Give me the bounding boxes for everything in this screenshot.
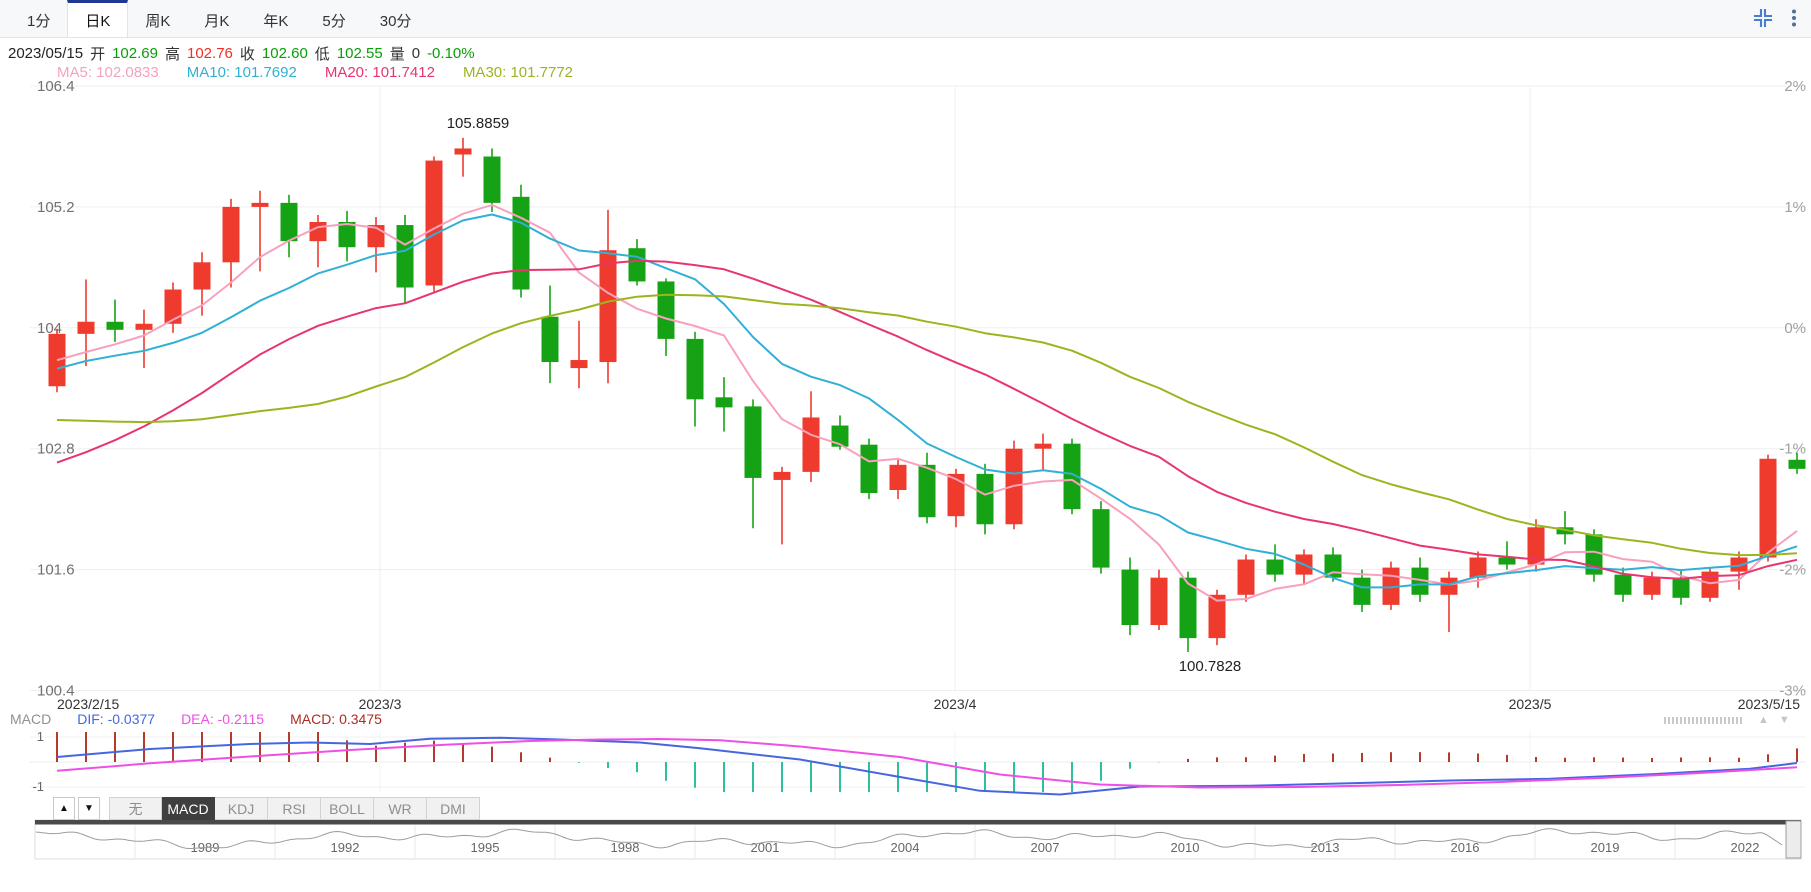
svg-text:100.7828: 100.7828 <box>1179 658 1242 675</box>
trading-chart-app: 1分 日K 周K 月K 年K 5分 30分 2023/05/15 开 102.69 高 102.76… <box>0 0 1811 892</box>
pane-up-icon[interactable]: ▲ <box>1758 714 1769 726</box>
svg-text:2022: 2022 <box>1731 840 1760 855</box>
pane-resize-handle: ▲ ▼ <box>1664 714 1800 726</box>
svg-text:1: 1 <box>37 729 44 744</box>
svg-text:2023/5/15: 2023/5/15 <box>1738 696 1800 712</box>
svg-text:1992: 1992 <box>331 840 360 855</box>
macd-value-2: MACD: 0.3475 <box>290 711 382 727</box>
indicator-tab-2[interactable]: KDJ <box>215 797 268 820</box>
indicator-up-button[interactable]: ▲ <box>53 797 75 820</box>
svg-text:1%: 1% <box>1784 199 1806 216</box>
pane-down-icon[interactable]: ▼ <box>1779 714 1790 726</box>
timeline-scrubber[interactable]: 1989 1992 1995 1998 2001 2004 2007 2010 2013 2016… <box>34 819 1802 860</box>
svg-text:105.8859: 105.8859 <box>447 115 510 132</box>
svg-text:2019: 2019 <box>1591 840 1620 855</box>
macd-value-1: DEA: -0.2115 <box>181 711 265 727</box>
svg-text:2013: 2013 <box>1311 840 1340 855</box>
svg-text:2016: 2016 <box>1451 840 1480 855</box>
indicator-tab-bar: ▲ ▼ 无 MACD KDJ RSI BOLL WR DMI <box>53 797 480 820</box>
indicator-tab-6[interactable]: DMI <box>427 797 480 820</box>
indicator-tab-1[interactable]: MACD <box>162 797 215 820</box>
indicator-tab-3[interactable]: RSI <box>268 797 321 820</box>
svg-text:2010: 2010 <box>1171 840 1200 855</box>
svg-text:106.4: 106.4 <box>37 78 75 95</box>
svg-text:2004: 2004 <box>891 840 920 855</box>
svg-text:105.2: 105.2 <box>37 199 75 216</box>
svg-text:-1: -1 <box>32 779 44 794</box>
svg-text:102.8: 102.8 <box>37 441 75 458</box>
indicator-tab-0[interactable]: 无 <box>109 797 162 820</box>
macd-title: MACD <box>10 711 52 727</box>
svg-text:2023/2/15: 2023/2/15 <box>57 696 119 712</box>
svg-text:2007: 2007 <box>1031 840 1060 855</box>
svg-text:1995: 1995 <box>471 840 500 855</box>
svg-text:0%: 0% <box>1784 320 1806 337</box>
indicator-tab-5[interactable]: WR <box>374 797 427 820</box>
svg-text:2023/3: 2023/3 <box>359 696 402 712</box>
candlestick-chart[interactable]: 106.4 2%105.2 1%104 0%102.8 -1%101.6 -2%100.4… <box>30 78 1806 712</box>
indicator-down-button[interactable]: ▼ <box>78 797 100 820</box>
macd-value-0: DIF: -0.0377 <box>77 711 156 727</box>
macd-panel-plot[interactable]: 1 -1 <box>30 729 1806 796</box>
chart-layer: 106.4 2%105.2 1%104 0%102.8 -1%101.6 -2%100.4… <box>30 78 1806 860</box>
svg-text:-1%: -1% <box>1779 441 1806 458</box>
svg-text:2023/4: 2023/4 <box>934 696 977 712</box>
svg-text:2023/5: 2023/5 <box>1509 696 1552 712</box>
drag-dots-icon[interactable] <box>1664 716 1744 724</box>
macd-header: MACD DIF: -0.0377 DEA: -0.2115 MACD: 0.3475 <box>10 711 408 727</box>
indicator-tab-4[interactable]: BOLL <box>321 797 374 820</box>
svg-text:-2%: -2% <box>1779 562 1806 579</box>
svg-text:2%: 2% <box>1784 78 1806 95</box>
timeline-scroll-thumb[interactable] <box>1785 820 1802 859</box>
svg-text:101.6: 101.6 <box>37 562 75 579</box>
